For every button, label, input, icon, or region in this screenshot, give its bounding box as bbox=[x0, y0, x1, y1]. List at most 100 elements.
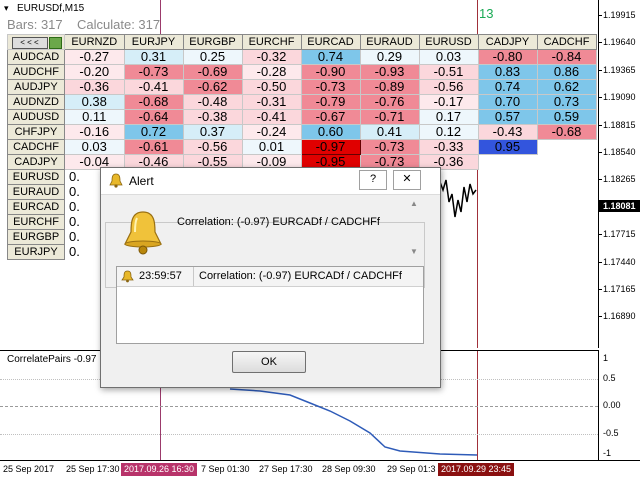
correlation-cell[interactable] bbox=[537, 140, 596, 155]
correlation-cell[interactable]: 0.57 bbox=[477, 109, 538, 125]
correlation-cell[interactable]: 0.29 bbox=[359, 49, 420, 65]
column-header[interactable]: CADCHF bbox=[536, 34, 597, 50]
correlation-cell[interactable]: -0.93 bbox=[359, 64, 420, 80]
lock-icon[interactable] bbox=[48, 36, 62, 49]
correlation-cell[interactable]: 0.62 bbox=[536, 79, 597, 95]
correlation-cell[interactable]: 0.25 bbox=[182, 49, 243, 65]
correlation-cell[interactable] bbox=[537, 230, 596, 245]
correlation-cell[interactable]: 0.37 bbox=[182, 124, 243, 140]
column-header[interactable]: EURUSD bbox=[418, 34, 479, 50]
correlation-cell[interactable]: 0.70 bbox=[477, 94, 538, 110]
correlation-cell[interactable]: -0.50 bbox=[241, 79, 302, 95]
row-header[interactable]: AUDUSD bbox=[7, 109, 65, 125]
correlation-cell[interactable]: 0.86 bbox=[536, 64, 597, 80]
correlation-cell[interactable]: 0.11 bbox=[64, 109, 125, 125]
correlation-cell[interactable]: -0.24 bbox=[241, 124, 302, 140]
scroll-down-icon[interactable]: ▼ bbox=[410, 247, 418, 256]
column-header[interactable]: EURAUD bbox=[359, 34, 420, 50]
correlation-cell[interactable] bbox=[478, 245, 537, 260]
ok-button[interactable]: OK bbox=[232, 351, 306, 373]
correlation-cell[interactable]: 0.59 bbox=[536, 109, 597, 125]
correlation-cell[interactable]: -0.64 bbox=[123, 109, 184, 125]
correlation-cell[interactable]: 0.95 bbox=[477, 139, 538, 155]
correlation-cell[interactable]: -0.48 bbox=[182, 94, 243, 110]
correlation-cell[interactable]: -0.89 bbox=[359, 79, 420, 95]
column-header[interactable]: EURJPY bbox=[123, 34, 184, 50]
column-header[interactable]: EURNZD bbox=[64, 34, 125, 50]
correlation-cell[interactable]: 0.01 bbox=[241, 139, 302, 155]
nav-back-button[interactable]: < < < bbox=[11, 36, 48, 49]
correlation-cell[interactable]: -0.62 bbox=[182, 79, 243, 95]
message-scrollbar[interactable]: ▲ ▼ bbox=[407, 197, 422, 259]
correlation-cell[interactable]: -0.41 bbox=[123, 79, 184, 95]
correlation-cell[interactable]: 0.60 bbox=[300, 124, 361, 140]
correlation-cell[interactable]: 0.74 bbox=[477, 79, 538, 95]
price-axis[interactable]: 1.19915 1.19640 1.19365 1.19090 1.18815 1.185… bbox=[599, 0, 640, 460]
correlation-cell[interactable]: -0.76 bbox=[359, 94, 420, 110]
correlation-cell[interactable]: 0.73 bbox=[536, 94, 597, 110]
correlation-cell[interactable]: -0.43 bbox=[477, 124, 538, 140]
row-header[interactable]: CHFJPY bbox=[7, 124, 65, 140]
correlation-cell[interactable] bbox=[537, 245, 596, 260]
row-header[interactable]: EURAUD bbox=[7, 184, 65, 200]
correlation-cell[interactable]: -0.79 bbox=[300, 94, 361, 110]
correlation-cell[interactable] bbox=[478, 185, 537, 200]
correlation-cell[interactable]: -0.51 bbox=[418, 64, 479, 80]
correlation-cell[interactable]: 0.17 bbox=[418, 109, 479, 125]
alert-titlebar[interactable]: Alert ? ✕ bbox=[101, 168, 440, 195]
correlation-cell[interactable]: -0.32 bbox=[241, 49, 302, 65]
correlation-cell[interactable] bbox=[537, 200, 596, 215]
row-header[interactable]: EURGBP bbox=[7, 229, 65, 245]
alert-log-list[interactable]: 23:59:57 Correlation: (-0.97) EURCADf / … bbox=[116, 266, 424, 344]
correlation-cell[interactable] bbox=[478, 200, 537, 215]
correlation-cell[interactable]: 0.31 bbox=[123, 49, 184, 65]
correlation-cell[interactable]: -0.97 bbox=[300, 139, 361, 155]
correlation-cell[interactable]: -0.31 bbox=[241, 94, 302, 110]
row-header[interactable]: EURJPY bbox=[7, 244, 65, 260]
correlation-cell[interactable]: -0.38 bbox=[182, 109, 243, 125]
row-header[interactable]: EURCAD bbox=[7, 199, 65, 215]
correlation-cell[interactable]: 0.72 bbox=[123, 124, 184, 140]
correlation-cell[interactable]: -0.68 bbox=[536, 124, 597, 140]
correlation-cell[interactable] bbox=[537, 155, 596, 170]
help-button[interactable]: ? bbox=[359, 170, 387, 190]
correlation-cell[interactable]: -0.90 bbox=[300, 64, 361, 80]
correlation-cell[interactable] bbox=[478, 215, 537, 230]
row-header[interactable]: EURUSD bbox=[7, 169, 65, 185]
correlation-cell[interactable]: -0.16 bbox=[64, 124, 125, 140]
correlation-cell[interactable]: -0.33 bbox=[418, 139, 479, 155]
correlation-cell[interactable]: -0.61 bbox=[123, 139, 184, 155]
correlation-cell[interactable] bbox=[537, 185, 596, 200]
correlation-cell[interactable]: -0.80 bbox=[477, 49, 538, 65]
correlation-cell[interactable]: -0.20 bbox=[64, 64, 125, 80]
matrix-nav-cell[interactable]: < < < bbox=[7, 34, 65, 50]
correlation-cell[interactable]: 0.12 bbox=[418, 124, 479, 140]
correlation-cell[interactable] bbox=[478, 170, 537, 185]
correlation-cell[interactable]: -0.67 bbox=[300, 109, 361, 125]
correlation-cell[interactable]: -0.84 bbox=[536, 49, 597, 65]
column-header[interactable]: EURCHF bbox=[241, 34, 302, 50]
correlation-cell[interactable]: -0.69 bbox=[182, 64, 243, 80]
correlation-cell[interactable]: -0.71 bbox=[359, 109, 420, 125]
correlation-cell[interactable]: -0.56 bbox=[418, 79, 479, 95]
correlation-cell[interactable]: -0.36 bbox=[64, 79, 125, 95]
row-header[interactable]: AUDJPY bbox=[7, 79, 65, 95]
correlation-cell[interactable]: 0.74 bbox=[300, 49, 361, 65]
correlation-cell[interactable]: 0.83 bbox=[477, 64, 538, 80]
correlation-cell[interactable]: 0.38 bbox=[64, 94, 125, 110]
correlation-cell[interactable]: 0.03 bbox=[418, 49, 479, 65]
row-header[interactable]: CADJPY bbox=[7, 154, 65, 170]
correlation-cell[interactable]: 0.03 bbox=[64, 139, 125, 155]
scroll-up-icon[interactable]: ▲ bbox=[410, 199, 418, 208]
correlation-cell[interactable] bbox=[478, 155, 537, 170]
row-header[interactable]: AUDNZD bbox=[7, 94, 65, 110]
correlation-cell[interactable]: -0.27 bbox=[64, 49, 125, 65]
correlation-cell[interactable]: -0.28 bbox=[241, 64, 302, 80]
correlation-cell[interactable]: -0.73 bbox=[123, 64, 184, 80]
correlation-cell[interactable]: -0.73 bbox=[300, 79, 361, 95]
correlation-cell[interactable]: -0.68 bbox=[123, 94, 184, 110]
column-header[interactable]: EURCAD bbox=[300, 34, 361, 50]
close-button[interactable]: ✕ bbox=[393, 170, 421, 190]
column-header[interactable]: EURGBP bbox=[182, 34, 243, 50]
correlation-cell[interactable]: 0.41 bbox=[359, 124, 420, 140]
